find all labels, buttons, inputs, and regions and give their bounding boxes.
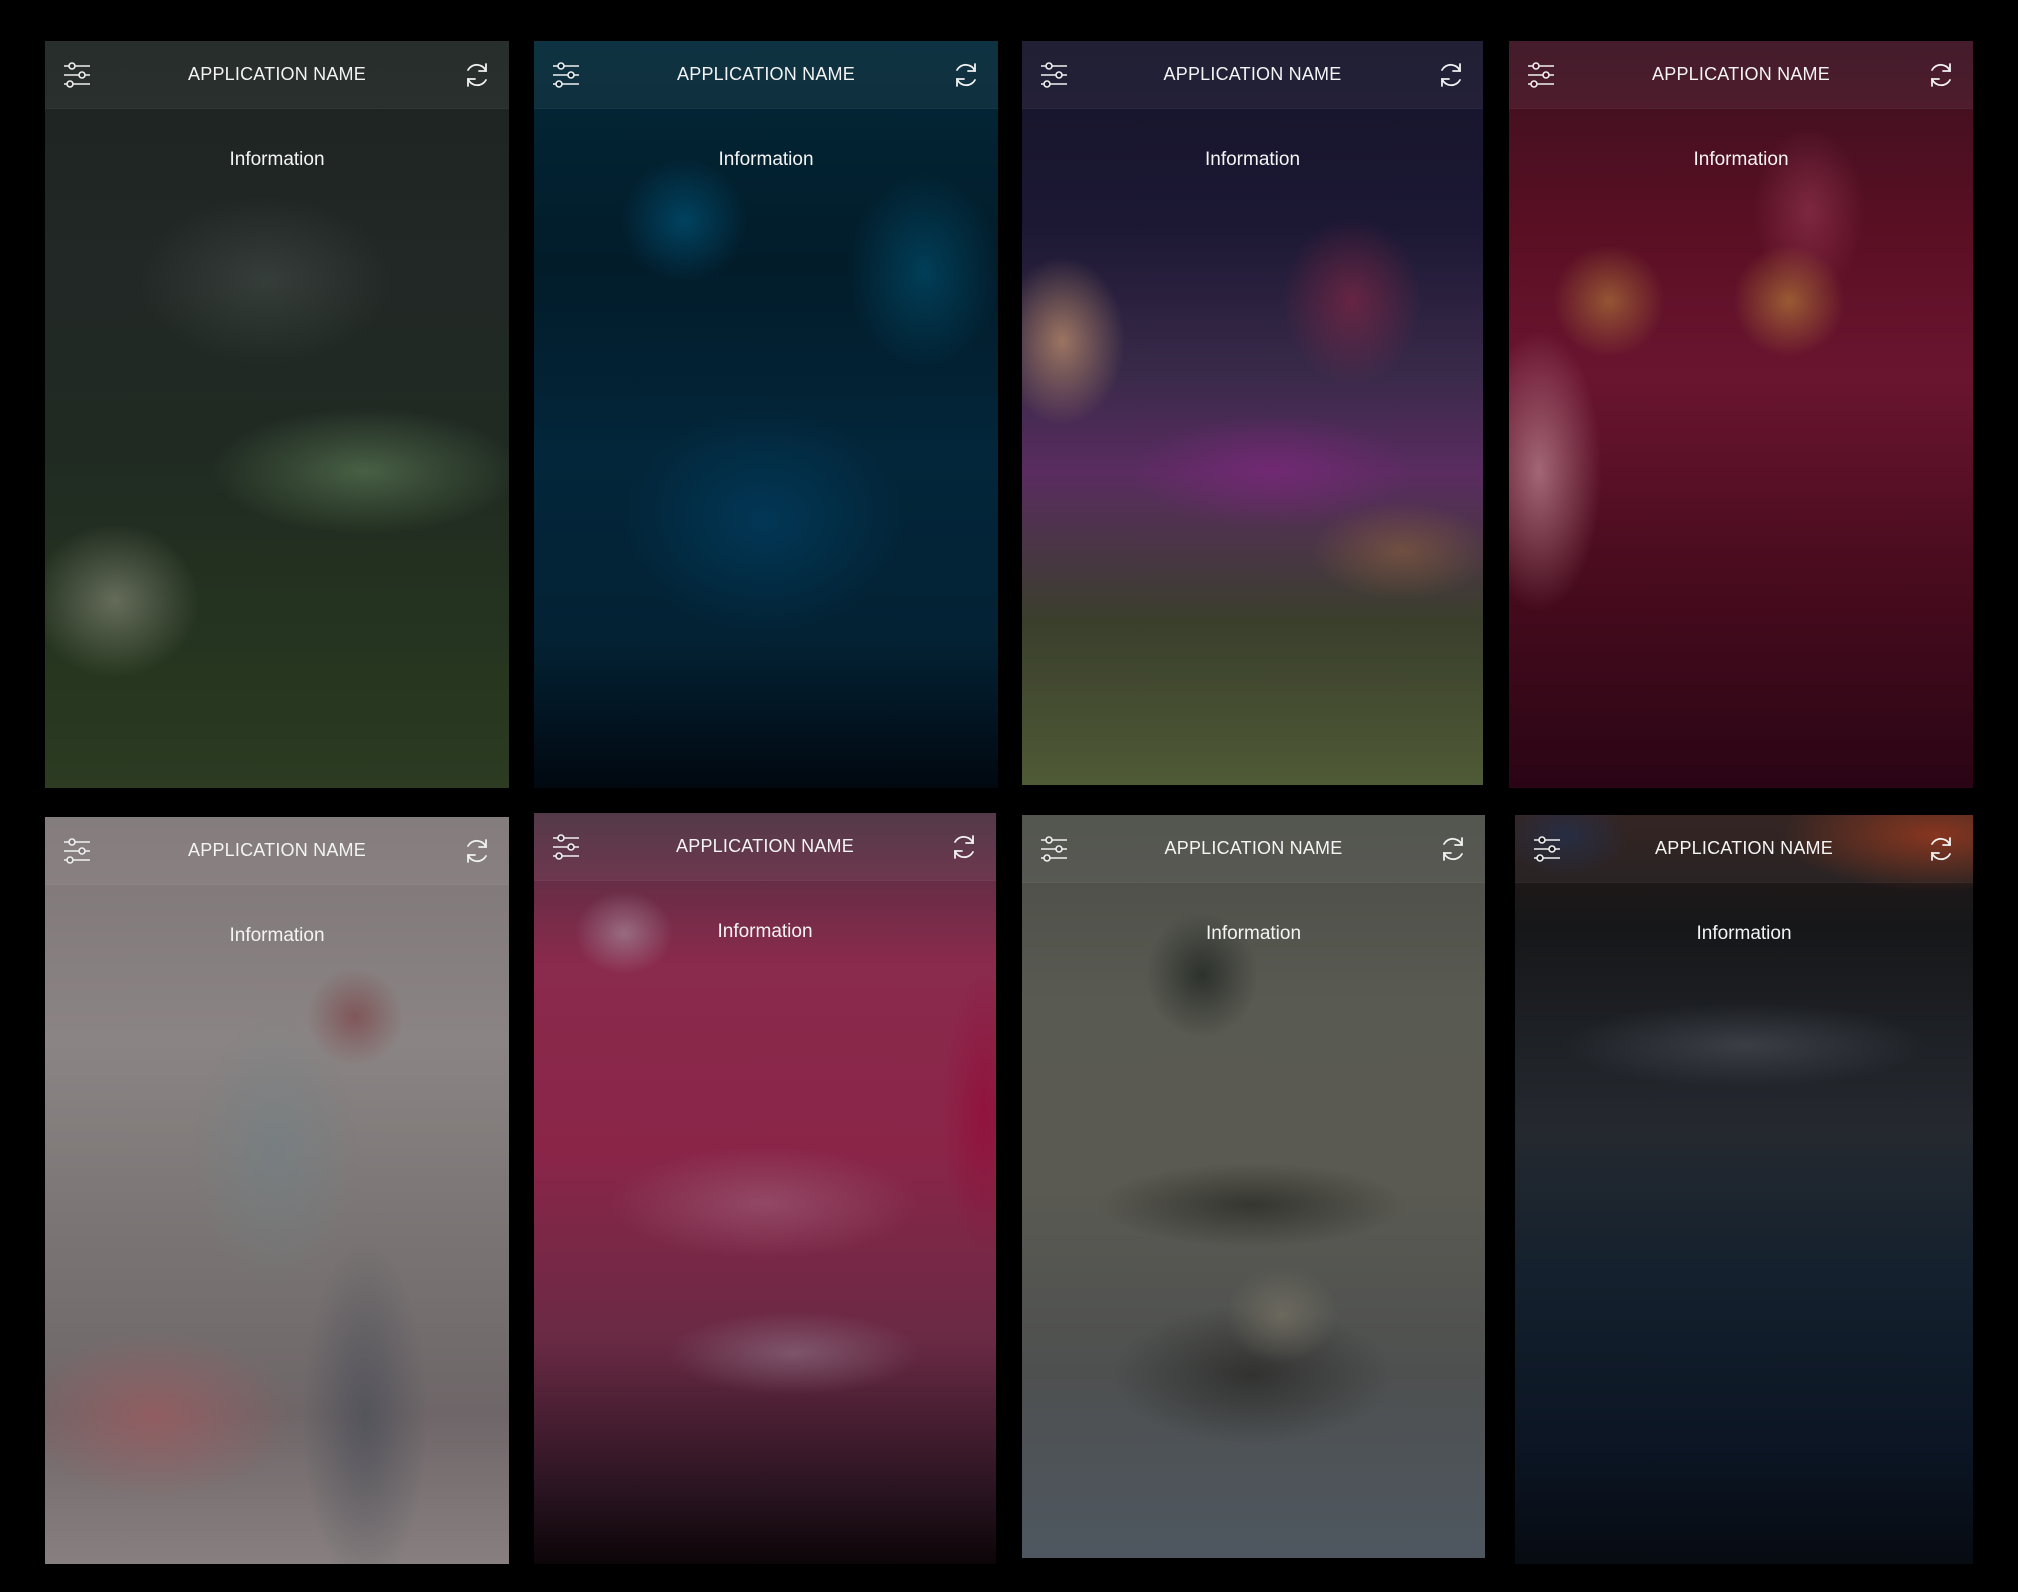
refresh-icon[interactable] [950,59,982,91]
info-label: Information [1696,923,1792,944]
app-title: APPLICATION NAME [676,836,854,856]
info-label: Information [229,925,325,946]
app-screen: APPLICATION NAME Information [1022,815,1485,1558]
info-label: Information [1204,149,1301,170]
app-header: APPLICATION NAME [1022,41,1483,109]
app-header: APPLICATION NAME [534,813,996,881]
app-title: APPLICATION NAME [1652,64,1830,84]
info-label: Information [229,149,325,170]
app-screen: APPLICATION NAME Information [534,813,996,1564]
app-screen: APPLICATION NAME Information [45,41,509,788]
app-title: APPLICATION NAME [1164,838,1343,858]
app-header: APPLICATION NAME [1515,815,1973,883]
refresh-icon[interactable] [461,835,493,867]
sliders-icon[interactable] [61,835,93,867]
app-header: APPLICATION NAME [534,41,998,109]
sliders-icon[interactable] [1038,59,1070,91]
app-title: APPLICATION NAME [677,64,855,84]
refresh-icon[interactable] [1925,59,1957,91]
info-label: Information [1205,923,1302,944]
app-screen: APPLICATION NAME Information [45,817,509,1564]
sliders-icon[interactable] [550,59,582,91]
info-label: Information [718,149,814,170]
refresh-icon[interactable] [1925,833,1957,865]
app-title: APPLICATION NAME [188,840,366,860]
app-header: APPLICATION NAME [45,817,509,885]
refresh-icon[interactable] [1437,833,1469,865]
app-title: APPLICATION NAME [188,64,366,84]
refresh-icon[interactable] [948,831,980,863]
info-label: Information [717,921,813,942]
sliders-icon[interactable] [1038,833,1070,865]
info-label: Information [1693,149,1789,170]
sliders-icon[interactable] [61,59,93,91]
app-title: APPLICATION NAME [1163,64,1342,84]
app-screen: APPLICATION NAME Information [1515,815,1973,1564]
sliders-icon[interactable] [1531,833,1563,865]
refresh-icon[interactable] [461,59,493,91]
app-screen: APPLICATION NAME Information [1022,41,1483,785]
app-header: APPLICATION NAME [1022,815,1485,883]
refresh-icon[interactable] [1435,59,1467,91]
sliders-icon[interactable] [550,831,582,863]
app-screen: APPLICATION NAME Information [1509,41,1973,788]
app-screen: APPLICATION NAME Information [534,41,998,788]
app-header: APPLICATION NAME [1509,41,1973,109]
sliders-icon[interactable] [1525,59,1557,91]
app-header: APPLICATION NAME [45,41,509,109]
app-title: APPLICATION NAME [1655,838,1833,858]
